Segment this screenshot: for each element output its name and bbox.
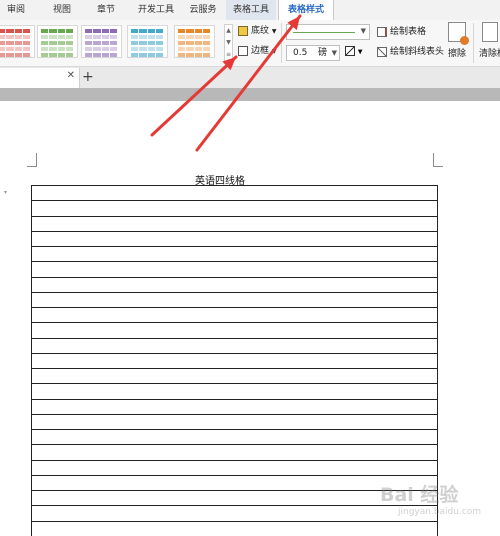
watermark-text: Bai 经验 — [380, 484, 459, 506]
table-style-swatch[interactable] — [127, 25, 168, 58]
draw-table-label: 绘制表格 — [390, 27, 427, 37]
new-tab-icon[interactable]: + — [82, 67, 94, 87]
document-tab-bar: ✕ + — [0, 67, 500, 88]
table-row[interactable] — [32, 230, 437, 246]
erase-button[interactable]: 擦除 — [446, 22, 469, 59]
workspace-strip — [0, 88, 500, 101]
draw-table-icon — [377, 26, 387, 37]
document-tab[interactable]: ✕ — [0, 68, 80, 88]
tab-developer[interactable]: 开发工具 — [132, 0, 180, 20]
ribbon: ▲ ▼ ≡ 底纹 ▼ 边框 ▼ ▼ 0.5 磅 ▼ ▼ 绘制表格 绘制斜线表头 — [0, 20, 500, 67]
tab-view[interactable]: 视图 — [44, 0, 80, 20]
border-button[interactable]: 边框 ▼ — [238, 44, 277, 59]
table-row[interactable] — [32, 185, 437, 200]
draw-diagonal-label: 绘制斜线表头 — [390, 47, 445, 57]
eraser-icon — [448, 22, 469, 45]
clear-style-button[interactable]: 清除样 — [479, 22, 500, 59]
draw-table-button[interactable]: 绘制表格 — [377, 25, 426, 39]
dropdown-arrow-icon: ▼ — [360, 27, 366, 35]
line-style-preview — [293, 32, 355, 33]
watermark: Bai 经验 jingyan.baidu.com — [380, 480, 495, 530]
dropdown-arrow-icon: ▼ — [271, 28, 277, 35]
border-label: 边框 — [251, 46, 270, 56]
table-row[interactable] — [32, 261, 437, 276]
dropdown-arrow-icon: ▼ — [271, 48, 277, 55]
table-row[interactable] — [32, 459, 437, 475]
shading-label: 底纹 — [251, 26, 270, 36]
table-row[interactable] — [32, 322, 437, 337]
app-window: 审阅 视图 章节 开发工具 云服务 表格工具 表格样式 ▲ ▼ ≡ 底纹 ▼ 边… — [0, 0, 500, 536]
tab-cloud[interactable]: 云服务 — [183, 0, 223, 20]
four-line-table[interactable] — [31, 185, 438, 536]
table-row[interactable] — [32, 413, 437, 429]
close-icon[interactable]: ✕ — [67, 70, 75, 81]
line-width-select[interactable]: 0.5 磅 ▼ — [286, 45, 340, 61]
line-style-select[interactable]: ▼ — [286, 24, 370, 40]
paint-bucket-icon — [238, 25, 248, 36]
margin-corner-mark — [27, 153, 37, 167]
table-row[interactable] — [32, 200, 437, 215]
tab-table-tools[interactable]: 表格工具 — [226, 0, 276, 20]
chevron-up-icon[interactable]: ▲ — [225, 25, 232, 37]
watermark-subtext: jingyan.baidu.com — [398, 507, 482, 517]
table-row[interactable] — [32, 337, 437, 353]
dropdown-arrow-icon: ▼ — [357, 48, 363, 56]
chevron-down-icon[interactable]: ▼ — [225, 37, 232, 49]
menu-bar: 审阅 视图 章节 开发工具 云服务 表格工具 表格样式 — [0, 0, 500, 21]
ribbon-divider — [473, 23, 474, 63]
table-style-swatch[interactable] — [0, 25, 35, 58]
table-row[interactable] — [32, 490, 437, 505]
line-width-unit: 磅 — [318, 48, 328, 58]
table-row[interactable] — [32, 215, 437, 231]
table-row[interactable] — [32, 474, 437, 490]
table-row[interactable] — [32, 383, 437, 398]
table-row[interactable] — [32, 291, 437, 307]
table-style-swatch[interactable] — [81, 25, 122, 58]
pen-color-icon — [345, 46, 355, 56]
table-row[interactable] — [32, 352, 437, 368]
shading-button[interactable]: 底纹 ▼ — [238, 24, 277, 39]
gallery-scroll[interactable]: ▲ ▼ ≡ — [224, 24, 233, 62]
tab-table-style[interactable]: 表格样式 — [278, 0, 334, 21]
ribbon-divider — [281, 23, 282, 63]
dropdown-arrow-icon: ▼ — [331, 49, 337, 57]
paragraph-marker-icon: ▾ — [4, 189, 8, 196]
table-row[interactable] — [32, 444, 437, 459]
tab-review[interactable]: 审阅 — [0, 0, 32, 20]
table-row[interactable] — [32, 307, 437, 322]
border-icon — [238, 45, 248, 56]
margin-corner-mark — [433, 153, 443, 167]
tab-section[interactable]: 章节 — [88, 0, 124, 20]
document-canvas[interactable]: ▾ 英语四线格 — [0, 101, 500, 536]
table-row[interactable] — [32, 368, 437, 383]
table-row[interactable] — [32, 429, 437, 444]
table-row[interactable] — [32, 276, 437, 292]
clear-label: 清除样 — [479, 49, 500, 59]
erase-label: 擦除 — [447, 49, 466, 59]
table-row[interactable] — [32, 520, 437, 536]
diagonal-header-icon — [377, 46, 387, 57]
table-style-swatch[interactable] — [174, 25, 215, 58]
pen-color-button[interactable]: ▼ — [345, 46, 367, 60]
expand-gallery-icon[interactable]: ≡ — [225, 49, 232, 61]
draw-diagonal-header-button[interactable]: 绘制斜线表头 — [377, 45, 444, 59]
table-row[interactable] — [32, 246, 437, 261]
clear-style-icon — [482, 22, 498, 42]
table-style-swatch[interactable] — [37, 25, 78, 58]
line-width-value: 0.5 — [293, 48, 308, 58]
table-row[interactable] — [32, 398, 437, 414]
table-row[interactable] — [32, 505, 437, 520]
